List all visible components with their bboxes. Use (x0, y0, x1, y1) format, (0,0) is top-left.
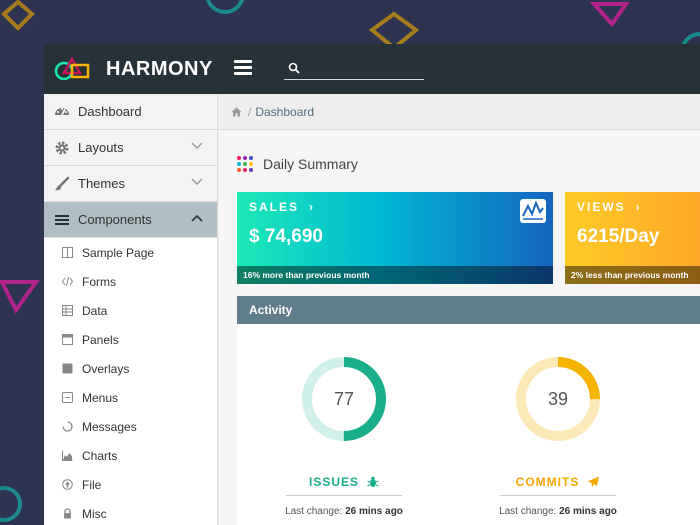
sidebar-item-dashboard[interactable]: Dashboard (44, 94, 217, 130)
activity-header: Activity (237, 296, 700, 324)
submenu-item-label: File (82, 477, 102, 492)
card-value: 6215/Day (577, 226, 660, 247)
gauge-icon (55, 108, 69, 116)
paper-plane-icon (587, 476, 600, 488)
gear-icon (55, 141, 69, 155)
commits-label[interactable]: COMMITS (500, 475, 616, 496)
square-icon (62, 363, 73, 374)
submenu-item-label: Data (82, 303, 108, 318)
decor-ring-teal-top (205, 0, 245, 14)
lock-icon (64, 508, 71, 519)
panel-icon (62, 334, 73, 345)
breadcrumb: / Dashboard (219, 94, 700, 130)
decor-diamond-gold-topleft (1, 0, 35, 31)
commits-gauge: 39 (515, 356, 601, 442)
submenu-item-label: Overlays (82, 361, 130, 376)
home-icon[interactable] (231, 107, 242, 117)
section-title-label: Daily Summary (263, 156, 358, 172)
sidebar-item-label: Themes (78, 176, 125, 191)
columns-icon (62, 247, 73, 258)
card-footer: 16% more than previous month (237, 266, 553, 284)
paint-brush-icon (55, 176, 70, 191)
commits-count: 39 (547, 388, 569, 409)
decor-ring-teal-bottomleft (0, 486, 22, 522)
search-box[interactable] (284, 60, 424, 80)
card-value: $ 74,690 (249, 226, 323, 247)
submenu-item-label: Panels (82, 332, 119, 347)
issues-label[interactable]: ISSUES (286, 475, 402, 496)
submenu-item-label: Forms (82, 274, 116, 289)
commits-last-change: Last change: 26 mins ago (499, 506, 617, 517)
sidebar-item-themes[interactable]: Themes (44, 166, 217, 202)
list-icon (55, 215, 69, 225)
harmony-logo-icon (54, 56, 90, 81)
sales-card[interactable]: SALES › $ 74,690 16% more than previous m… (237, 192, 553, 284)
submenu-item-file[interactable]: File (44, 470, 217, 499)
app-window: HARMONY Dashboard Layouts Themes Compone… (44, 44, 700, 525)
grid-dots-icon (237, 156, 253, 172)
search-input[interactable] (304, 60, 422, 78)
submenu-item-label: Charts (82, 448, 118, 463)
main-content: / Dashboard Daily Summary SALES › $ 74,69… (219, 94, 700, 525)
sidebar-item-layouts[interactable]: Layouts (44, 130, 217, 166)
breadcrumb-separator: / (248, 104, 252, 119)
upload-circle-icon (62, 479, 73, 490)
chart-badge-icon (520, 199, 546, 223)
bug-icon (367, 476, 379, 487)
submenu-item-label: Sample Page (82, 245, 155, 260)
sidebar-item-components[interactable]: Components (44, 202, 217, 238)
search-icon (288, 62, 300, 74)
submenu-item-label: Misc (82, 506, 107, 521)
section-title: Daily Summary (237, 156, 358, 172)
top-bar: HARMONY (44, 44, 700, 94)
breadcrumb-current[interactable]: Dashboard (255, 105, 314, 119)
submenu-item-data[interactable]: Data (44, 296, 217, 325)
table-icon (62, 305, 73, 316)
submenu-item-overlays[interactable]: Overlays (44, 354, 217, 383)
chevron-right-icon: › (309, 200, 316, 214)
area-chart-icon (62, 450, 73, 461)
chevron-down-icon (191, 142, 203, 149)
brand-name: HARMONY (106, 58, 213, 80)
decor-triangle-magenta-left (0, 280, 40, 314)
card-label: VIEWS › (577, 200, 642, 214)
submenu-item-sample-page[interactable]: Sample Page (44, 238, 217, 267)
sidebar-item-label: Dashboard (78, 104, 142, 119)
submenu-item-forms[interactable]: Forms (44, 267, 217, 296)
issues-count: 77 (333, 388, 355, 409)
sidebar: Dashboard Layouts Themes Components Samp… (44, 94, 218, 525)
sidebar-item-label: Components (78, 212, 152, 227)
decor-triangle-magenta-top (590, 1, 630, 28)
issues-gauge: 77 (301, 356, 387, 442)
submenu-item-label: Menus (82, 390, 119, 405)
submenu-item-menus[interactable]: Menus (44, 383, 217, 412)
issues-last-change: Last change: 26 mins ago (285, 506, 403, 517)
submenu-item-misc[interactable]: Misc (44, 499, 217, 525)
submenu-item-charts[interactable]: Charts (44, 441, 217, 470)
submenu-item-panels[interactable]: Panels (44, 325, 217, 354)
submenu-item-messages[interactable]: Messages (44, 412, 217, 441)
minus-square-icon (62, 392, 73, 403)
code-icon (62, 276, 73, 287)
card-footer: 2% less than previous month (565, 266, 700, 284)
chevron-down-icon (191, 178, 203, 185)
hamburger-menu-icon[interactable] (234, 60, 252, 76)
activity-panel: Activity 77 ISSUES Last change: 26 mins … (237, 296, 700, 525)
chevron-right-icon: › (635, 200, 642, 214)
chevron-up-icon (191, 214, 203, 222)
submenu-item-label: Messages (82, 419, 137, 434)
sidebar-item-label: Layouts (78, 140, 124, 155)
views-card[interactable]: VIEWS › 6215/Day 2% less than previous mo… (565, 192, 700, 284)
spinner-icon (62, 421, 73, 432)
card-label: SALES › (249, 200, 316, 214)
